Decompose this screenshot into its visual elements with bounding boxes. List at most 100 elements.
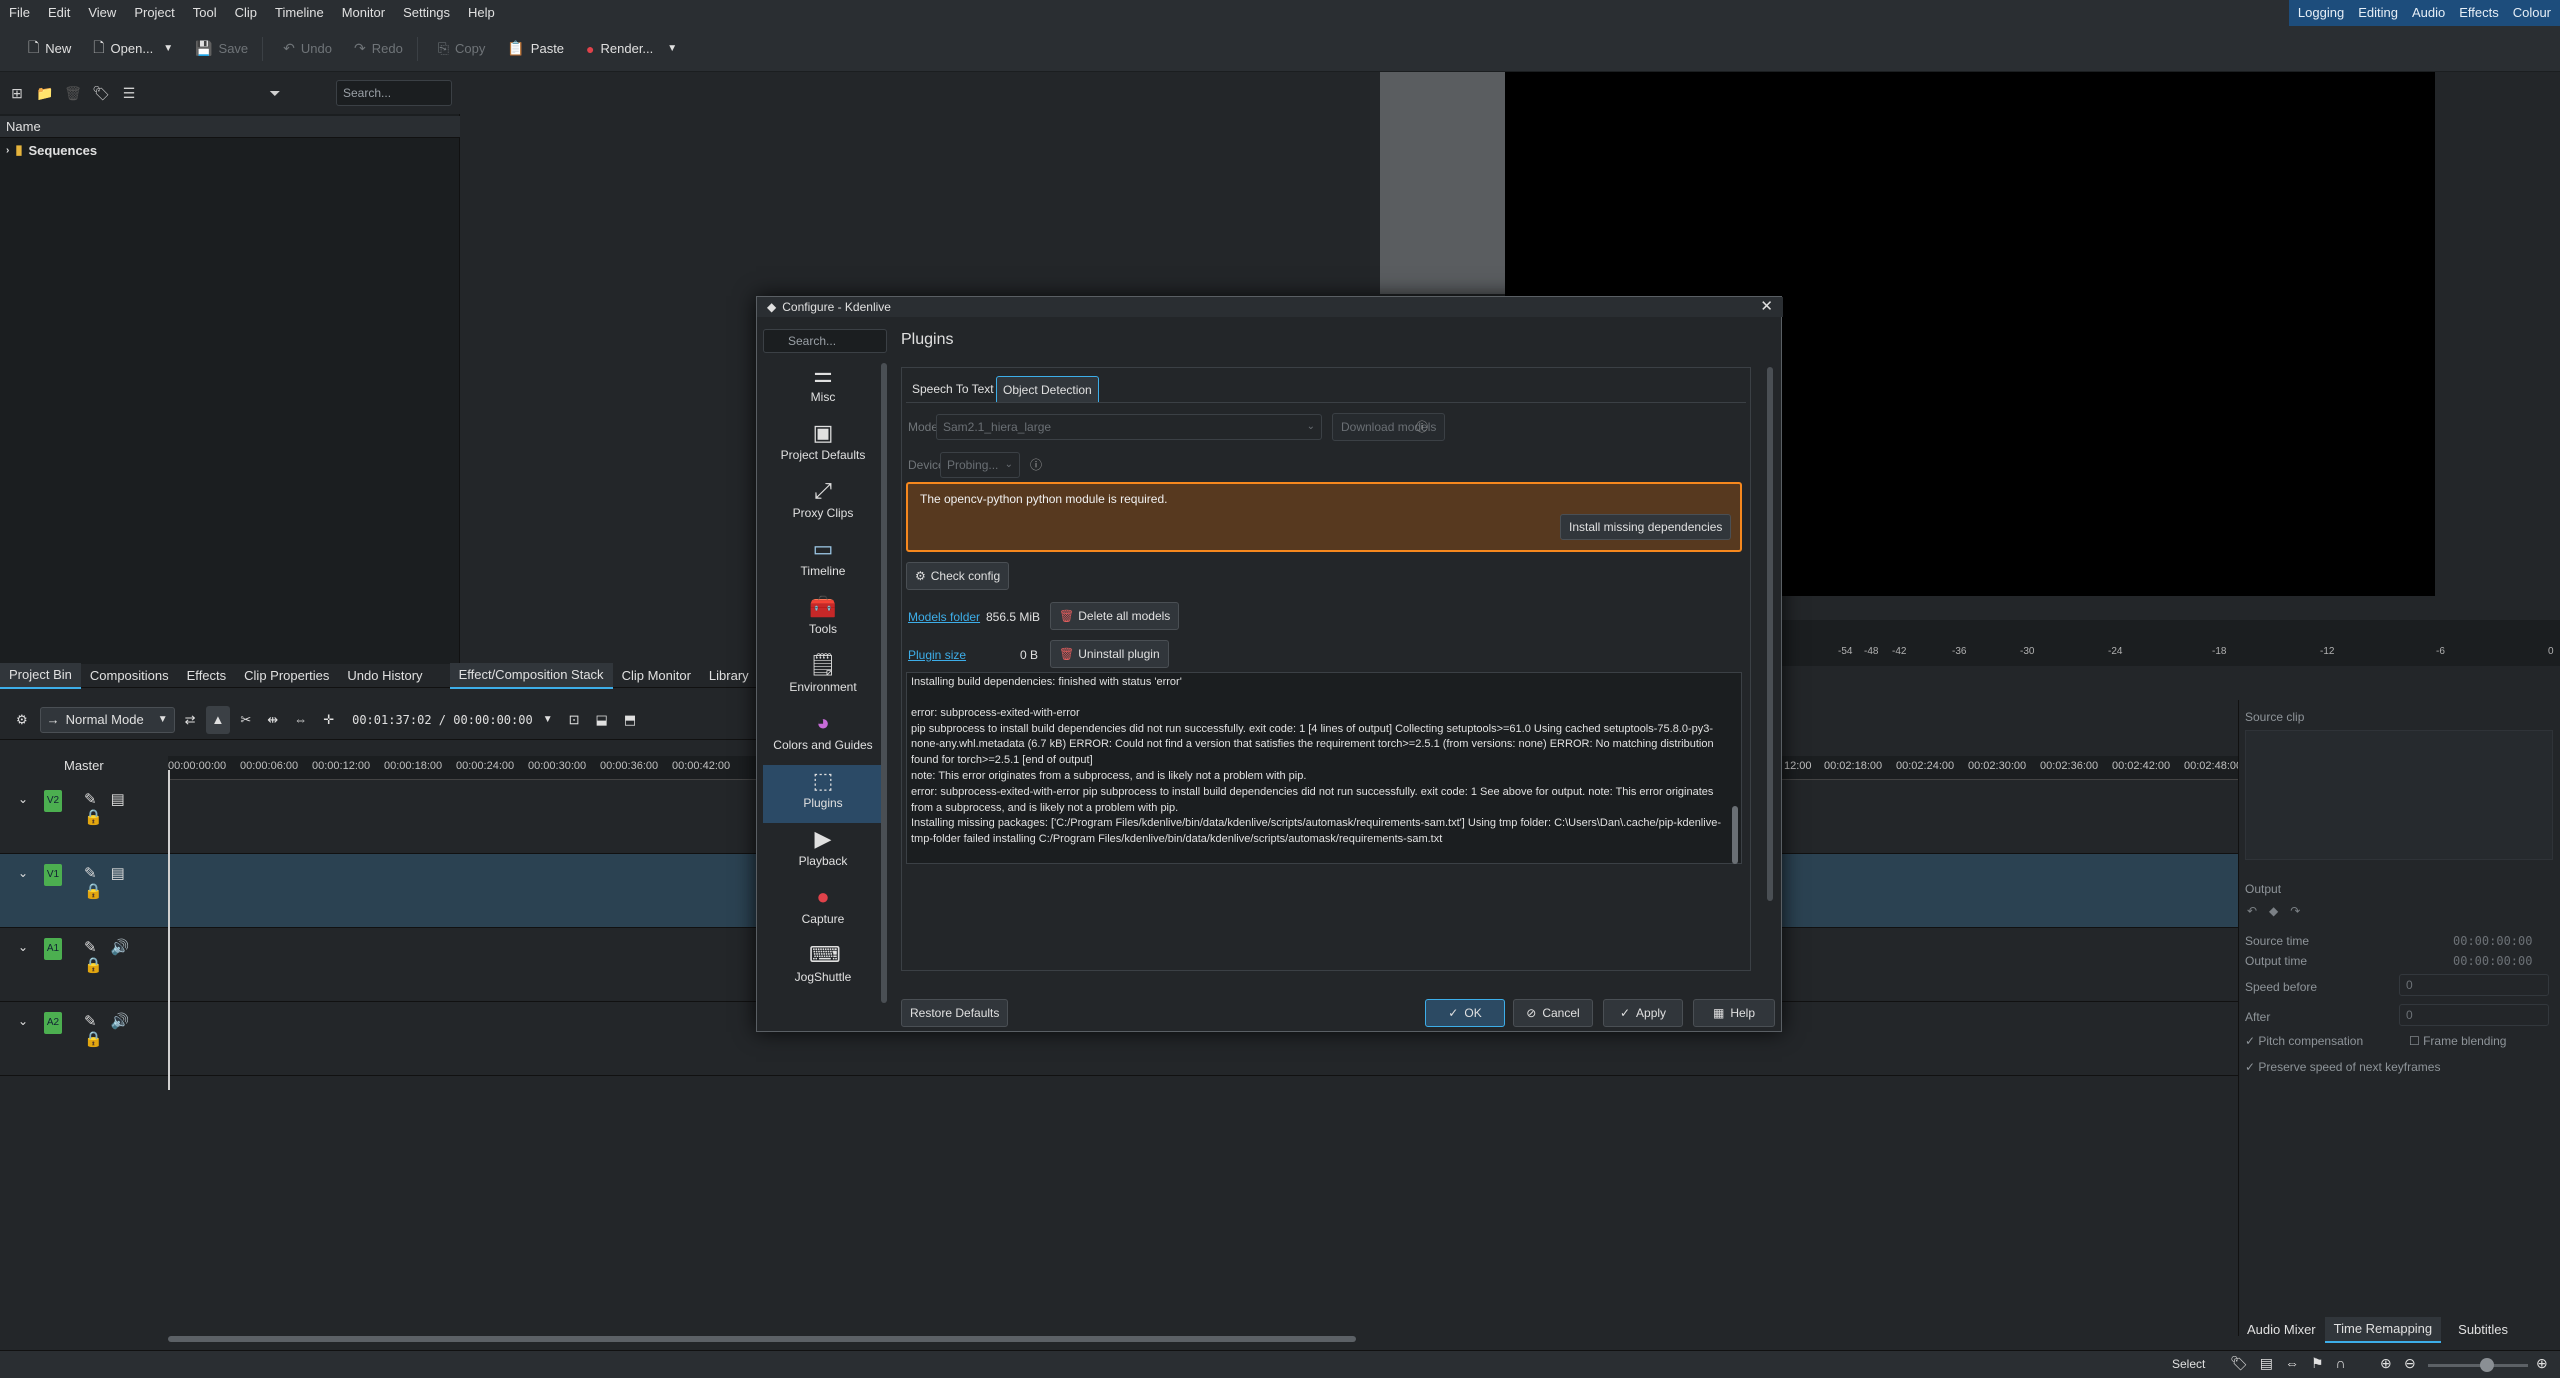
spacer-icon[interactable]: ⇹ <box>261 706 284 734</box>
add-clip-icon[interactable]: ⊞ <box>6 82 28 104</box>
razor-icon[interactable]: ✂ <box>234 706 257 734</box>
save-button[interactable]: 💾 Save <box>187 34 256 64</box>
nav-capture[interactable]: ● Capture <box>763 881 883 939</box>
log-scrollbar[interactable] <box>1732 806 1738 864</box>
tag-icon[interactable]: 🏷 <box>90 82 112 104</box>
track-controls[interactable]: ✎▤🔒 <box>84 790 168 826</box>
zoom-out-icon[interactable]: ⊖ <box>2404 1355 2416 1372</box>
new-button[interactable]: 🗋 New <box>20 34 79 64</box>
track-controls[interactable]: ✎🔊🔒 <box>84 1012 168 1048</box>
track-controls[interactable]: ✎🔊🔒 <box>84 938 168 974</box>
check-config-button[interactable]: ⚙ Check config <box>906 562 1010 590</box>
settings-search-input[interactable]: Search... <box>763 329 887 353</box>
install-log[interactable]: Installing build dependencies: finished … <box>906 672 1742 864</box>
output-time-value[interactable]: 00:00:00:00 <box>2453 954 2532 968</box>
multicam-icon[interactable]: ✛ <box>317 706 340 734</box>
nav-environment[interactable]: 🗒 Environment <box>763 649 883 707</box>
ripple-icon[interactable]: ⇄ <box>179 706 202 734</box>
zoom-in-icon[interactable]: ⊕ <box>2380 1355 2392 1372</box>
tab-subtitles[interactable]: Subtitles <box>2449 1318 2517 1342</box>
panel-scrollbar[interactable] <box>1767 367 1773 901</box>
menu-monitor[interactable]: Monitor <box>333 0 394 26</box>
nav-plugins[interactable]: ⬚ Plugins <box>763 765 883 823</box>
tab-object-detection[interactable]: Object Detection <box>996 376 1099 402</box>
collapse-icon[interactable]: ⌄ <box>18 866 28 880</box>
download-models-button[interactable]: Download models <box>1332 413 1446 441</box>
bin-item-sequences[interactable]: › ▮ Sequences <box>6 142 97 158</box>
menu-clip[interactable]: Clip <box>226 0 266 26</box>
speed-before-input[interactable]: 0 <box>2399 974 2549 996</box>
help-button[interactable]: ▦ Help <box>1693 999 1775 1027</box>
copy-button[interactable]: ⎘ Copy <box>430 34 494 64</box>
dialog-titlebar[interactable]: ◆ Configure - Kdenlive <box>757 297 1783 317</box>
nav-timeline[interactable]: ▭ Timeline <box>763 533 883 591</box>
timeline-scrollbar[interactable] <box>168 1336 1356 1342</box>
restore-defaults-button[interactable]: Restore Defaults <box>901 999 1009 1027</box>
timeline-timecode[interactable]: 00:01:37:02 / 00:00:00:00 <box>352 713 533 727</box>
playhead[interactable] <box>168 770 170 1090</box>
layout-colour[interactable]: Colour <box>2506 0 2558 26</box>
insert-icon[interactable]: ⬓ <box>590 706 614 734</box>
cancel-button[interactable]: ⊘ Cancel <box>1513 999 1593 1027</box>
track-controls[interactable]: ✎▤🔒 <box>84 864 168 900</box>
fit-zoom-icon[interactable]: ⊡ <box>563 706 586 734</box>
tab-undo-history[interactable]: Undo History <box>338 664 431 688</box>
undo-button[interactable]: ↶ Undo <box>275 34 340 64</box>
tab-time-remapping[interactable]: Time Remapping <box>2324 1317 2442 1343</box>
uninstall-plugin-button[interactable]: 🗑 Uninstall plugin <box>1050 640 1169 668</box>
menu-timeline[interactable]: Timeline <box>266 0 333 26</box>
after-input[interactable]: 0 <box>2399 1004 2549 1026</box>
collapse-icon[interactable]: ⌄ <box>18 1014 28 1028</box>
bin-search-input[interactable]: Search... <box>336 80 452 106</box>
zoom-fit-icon[interactable]: ⊕ <box>2536 1355 2548 1372</box>
layout-effects[interactable]: Effects <box>2452 0 2506 26</box>
plugin-size-link[interactable]: Plugin size <box>908 648 966 662</box>
info-icon[interactable]: ⓘ <box>1416 418 1428 435</box>
nav-scrollbar[interactable] <box>881 363 887 1003</box>
master-label[interactable]: Master <box>64 758 104 773</box>
menu-file[interactable]: File <box>0 0 39 26</box>
open-button[interactable]: 🗋 Open... ▼ <box>85 34 181 64</box>
tab-effect-stack[interactable]: Effect/Composition Stack <box>449 662 613 689</box>
timeline-settings-icon[interactable]: ⚙ <box>10 706 34 734</box>
edit-mode-select[interactable]: → Normal Mode ▼ <box>39 706 175 733</box>
model-select[interactable]: Sam2.1_hiera_large ⌄ <box>936 414 1322 440</box>
menu-edit[interactable]: Edit <box>39 0 79 26</box>
status-tool-icons[interactable]: 🏷▤⇔⚑∩ <box>2230 1355 2358 1372</box>
tab-speech-to-text[interactable]: Speech To Text <box>906 376 1000 402</box>
nav-tools[interactable]: 🧰 Tools <box>763 591 883 649</box>
nav-jogshuttle[interactable]: ⌨ JogShuttle <box>763 939 883 997</box>
ok-button[interactable]: ✓ OK <box>1425 999 1505 1027</box>
tab-compositions[interactable]: Compositions <box>81 664 178 688</box>
install-dependencies-button[interactable]: Install missing dependencies <box>1560 514 1732 540</box>
filter-icon[interactable]: ⏷ <box>264 82 286 104</box>
tab-clip-monitor[interactable]: Clip Monitor <box>613 664 700 688</box>
trash-icon[interactable]: 🗑 <box>62 82 84 104</box>
collapse-icon[interactable]: ⌄ <box>18 792 28 806</box>
bin-column-name[interactable]: Name <box>0 116 460 138</box>
apply-button[interactable]: ✓ Apply <box>1603 999 1683 1027</box>
menu-view[interactable]: View <box>79 0 125 26</box>
device-select[interactable]: Probing... ⌄ <box>940 452 1020 478</box>
select-tool-icon[interactable]: ▲ <box>205 705 231 734</box>
models-folder-link[interactable]: Models folder <box>908 610 980 624</box>
source-time-value[interactable]: 00:00:00:00 <box>2453 934 2532 948</box>
pitch-compensation-checkbox[interactable]: ✓ Pitch compensation <box>2245 1034 2363 1048</box>
preserve-speed-checkbox[interactable]: ✓ Preserve speed of next keyframes <box>2245 1060 2440 1074</box>
overwrite-icon[interactable]: ⬒ <box>618 706 642 734</box>
menu-tool[interactable]: Tool <box>184 0 226 26</box>
tab-clip-properties[interactable]: Clip Properties <box>235 664 338 688</box>
nav-colors-guides[interactable]: ◕ Colors and Guides <box>763 707 883 765</box>
folder-icon[interactable]: 📁 <box>34 82 56 104</box>
nav-project-defaults[interactable]: ▣ Project Defaults <box>763 417 883 475</box>
zoom-slider-handle[interactable] <box>2480 1358 2494 1372</box>
nav-misc[interactable]: ⚌ Misc <box>763 359 883 417</box>
zoom-slider[interactable] <box>2428 1364 2528 1367</box>
nav-proxy-clips[interactable]: ⤢ Proxy Clips <box>763 475 883 533</box>
tab-audio-mixer[interactable]: Audio Mixer <box>2238 1318 2325 1342</box>
list-view-icon[interactable]: ☰ <box>118 82 140 104</box>
nav-playback[interactable]: ▶ Playback <box>763 823 883 881</box>
chevron-down-icon[interactable]: ▼ <box>537 706 559 734</box>
redo-button[interactable]: ↷ Redo <box>346 34 411 64</box>
menu-project[interactable]: Project <box>125 0 183 26</box>
